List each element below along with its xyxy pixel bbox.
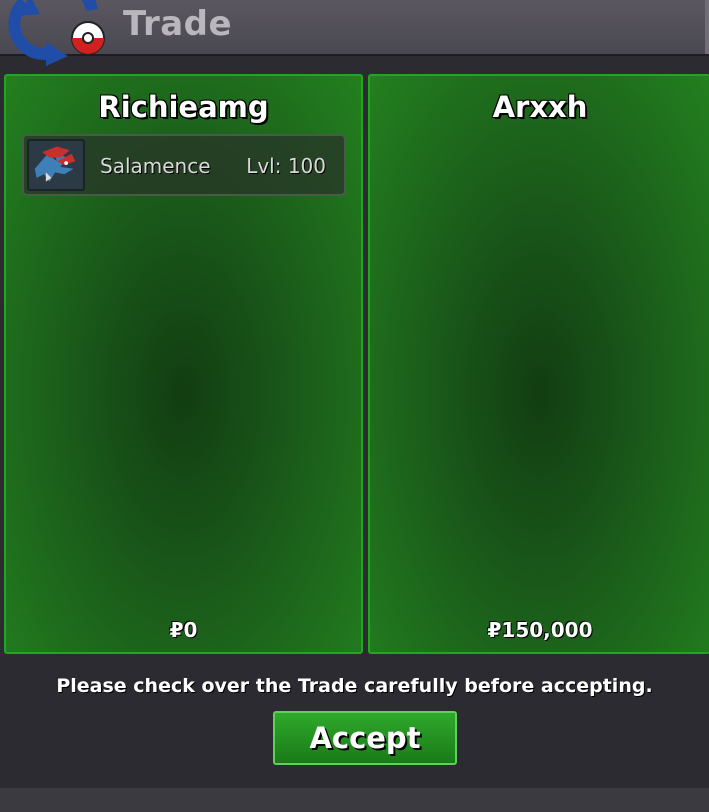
pokemon-name: Salamence	[100, 154, 211, 178]
title-bar: Trade	[0, 0, 709, 66]
pokemon-slot[interactable]: Salamence Lvl: 100	[22, 134, 346, 196]
left-player-name: Richieamg	[98, 90, 269, 124]
window-title: Trade	[123, 4, 233, 44]
trade-window: Trade Richieamg Salamence Lvl: 100 ₽0 Ar…	[0, 0, 709, 812]
pokemon-level: Lvl: 100	[246, 154, 326, 178]
right-player-name: Arxxh	[492, 90, 588, 124]
salamence-sprite-icon	[27, 139, 85, 191]
titlebar-edge	[705, 0, 709, 54]
right-money-offer: ₽150,000	[487, 618, 593, 642]
right-offer-panel: Arxxh ₽150,000	[368, 74, 709, 654]
trade-exchange-icon	[8, 0, 105, 66]
accept-button[interactable]: Accept	[273, 711, 457, 765]
left-money-offer: ₽0	[169, 618, 198, 642]
confirmation-message: Please check over the Trade carefully be…	[56, 675, 653, 697]
bottom-bar	[0, 788, 709, 812]
left-offer-panel: Richieamg Salamence Lvl: 100 ₽0	[4, 74, 363, 654]
